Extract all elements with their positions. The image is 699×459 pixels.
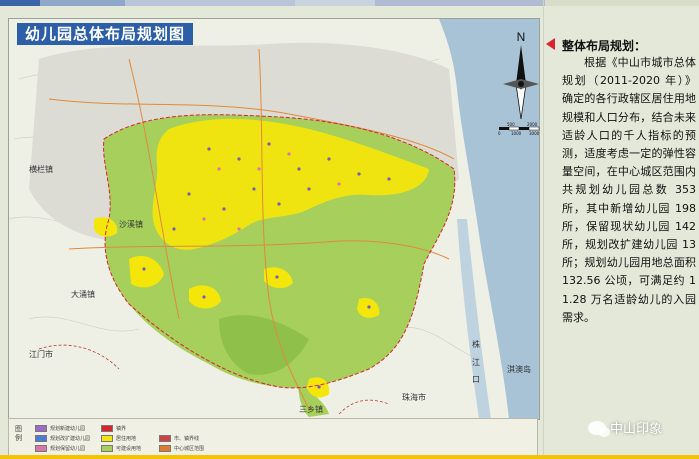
legend-item: 中心城区范围 [159,445,204,452]
scale-bar: 500 2000 0 1000 3000 [498,122,540,136]
legend-label: 规划新建幼儿园 [50,426,86,432]
scale-label: 2000 [527,122,538,127]
panel-body: 根据《中山市城市总体规划（2011-2020 年）》确定的各行政辖区居住用地规模… [562,56,696,324]
scale-label: 1000 [511,131,522,136]
legend-head-2: 例 [15,434,22,442]
red-triangle-icon [546,38,555,50]
top-tab-strip [0,0,699,6]
map-title: 幼儿园总体布局规划图 [17,23,194,45]
panel-heading: 整体布局规划： [562,39,647,53]
legend-item: 可建设用地 [101,445,141,452]
legend-swatch [35,445,47,452]
map-legend: 图 例 规划新建幼儿园 规划改扩建幼儿园 规划保留幼儿园 镇界 居住用地 可建设… [8,418,538,456]
place-label: 珠海市 [402,393,426,402]
place-label: 横栏镇 [29,165,53,174]
legend-item: 镇界 [101,425,126,432]
legend-swatch [35,425,47,432]
legend-item: 规划新建幼儿园 [35,425,85,432]
legend-swatch [159,435,171,442]
legend-swatch [159,445,171,452]
place-label: 株 [472,340,480,349]
map-canvas[interactable] [9,19,539,419]
panel-divider [543,0,544,459]
wechat-icon [588,420,610,437]
legend-item: 规划改扩建幼儿园 [35,435,90,442]
scale-label: 3000 [529,131,540,136]
place-label: 江门市 [29,350,53,359]
legend-swatch [101,445,113,452]
legend-label: 市、镇界线 [174,436,200,442]
legend-label: 镇界 [116,426,127,432]
scale-label: 0 [498,131,501,136]
legend-swatch [101,435,113,442]
north-arrow-icon: N [503,30,539,120]
place-label: 三乡镇 [299,405,323,414]
legend-label: 规划保留幼儿园 [50,446,86,452]
legend-swatch [101,425,113,432]
place-label: 淇澳岛 [507,365,531,374]
place-label: 口 [472,375,480,384]
bottom-strip [0,455,699,459]
legend-item: 规划保留幼儿园 [35,445,85,452]
place-label: 沙溪镇 [119,220,143,229]
map-frame: 幼儿园总体布局规划图 N 500 2000 0 1000 3000 江门市 珠海… [8,18,540,420]
legend-label: 可建设用地 [116,446,142,452]
legend-item: 市、镇界线 [159,435,199,442]
legend-swatch [35,435,47,442]
legend-label: 居住用地 [116,436,137,442]
legend-item: 居住用地 [101,435,136,442]
place-label: 大涌镇 [71,290,95,299]
legend-label: 规划改扩建幼儿园 [50,436,91,442]
place-label: 江 [472,358,480,367]
legend-head: 图 例 [15,425,22,443]
watermark-text: 中山印象 [610,422,663,437]
north-letter: N [517,30,526,44]
watermark: 中山印象 [588,418,662,437]
scale-label: 500 [507,122,515,127]
legend-head-1: 图 [15,425,22,433]
legend-label: 中心城区范围 [174,446,205,452]
